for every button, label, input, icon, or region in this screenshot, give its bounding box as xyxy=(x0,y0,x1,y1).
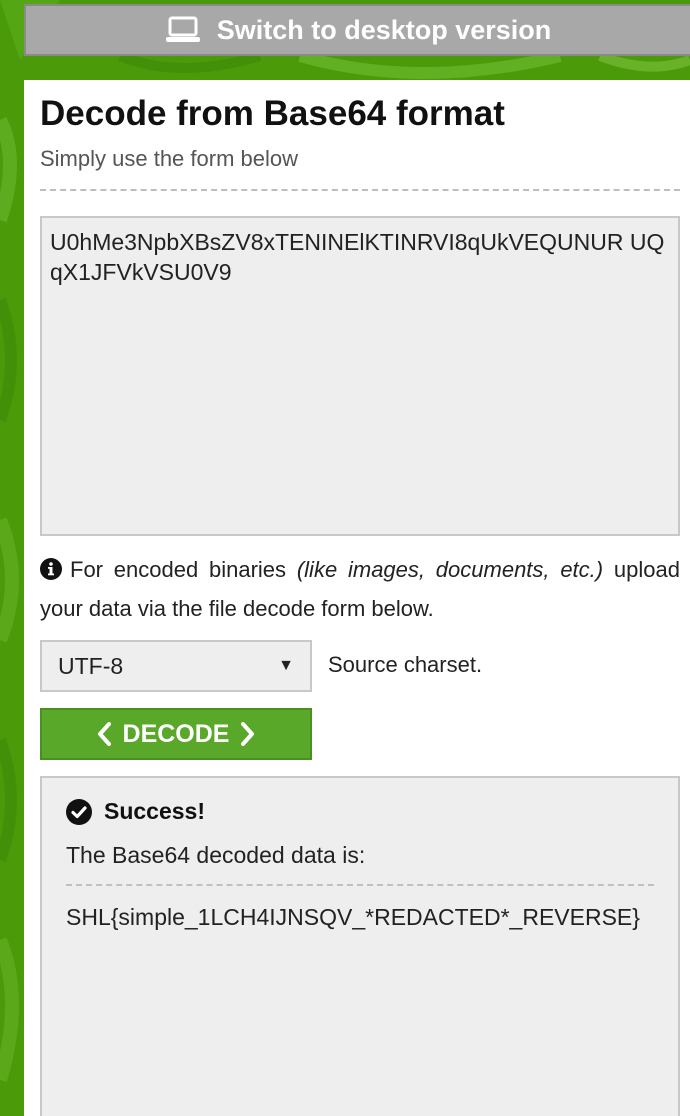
base64-input-textarea[interactable]: U0hMe3NpbXBsZV8xTENINElKTINRVI8qUkVEQUNU… xyxy=(40,216,680,536)
result-label: The Base64 decoded data is: xyxy=(66,842,366,868)
binary-upload-note: For encoded binaries (like images, docum… xyxy=(40,552,680,627)
page-subtitle: Simply use the form below xyxy=(40,146,298,171)
result-divider xyxy=(66,884,654,886)
decode-button[interactable]: DECODE xyxy=(40,708,312,760)
note-text-before: For encoded binaries xyxy=(70,557,297,582)
success-status: Success! xyxy=(66,798,205,825)
laptop-icon xyxy=(165,16,201,44)
note-text-italic: (like images, documents, etc.) xyxy=(296,557,604,582)
charset-select[interactable]: UTF-8 ▼ xyxy=(40,640,312,692)
check-circle-icon xyxy=(66,798,92,825)
decoded-output[interactable]: SHL{simple_1LCH4IJNSQV_*REDACTED*_REVERS… xyxy=(66,902,646,932)
decode-button-label: DECODE xyxy=(122,719,230,748)
charset-selected-value: UTF-8 xyxy=(58,652,124,679)
header-divider xyxy=(40,189,680,191)
charset-label: Source charset. xyxy=(328,652,483,677)
main-panel: Decode from Base64 format Simply use the… xyxy=(24,80,690,1116)
page-title: Decode from Base64 format xyxy=(40,94,505,133)
switch-to-desktop-button[interactable]: Switch to desktop version xyxy=(24,4,690,56)
chevron-left-icon xyxy=(97,722,111,746)
dropdown-arrow-icon: ▼ xyxy=(278,657,294,674)
result-box: Success! The Base64 decoded data is: SHL… xyxy=(40,776,680,1116)
chevron-right-icon xyxy=(241,722,255,746)
switch-to-desktop-label: Switch to desktop version xyxy=(216,14,552,45)
info-icon xyxy=(40,555,62,591)
success-text: Success! xyxy=(104,798,206,824)
